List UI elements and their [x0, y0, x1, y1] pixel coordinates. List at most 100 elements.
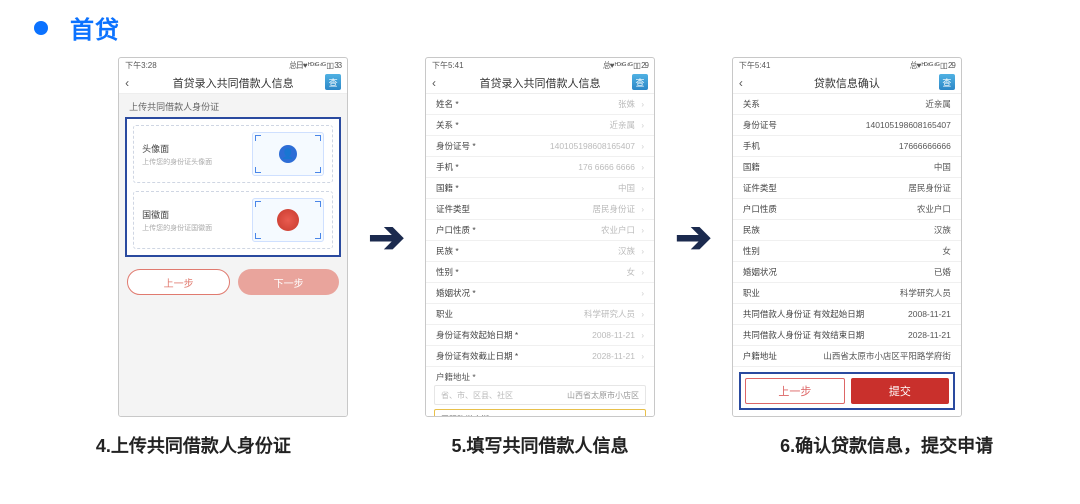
- arrow-icon: ➔: [368, 212, 405, 263]
- form-row[interactable]: 证件类型居民身份证 ›: [426, 199, 654, 220]
- form-row[interactable]: 关系 *近亲属 ›: [426, 115, 654, 136]
- row-value: 2008-11-21 ›: [592, 330, 644, 340]
- titlebar: ‹ 贷款信息确认 查: [733, 72, 961, 94]
- form-row[interactable]: 手机 *176 6666 6666 ›: [426, 157, 654, 178]
- row-value: 2028-11-21: [908, 330, 951, 340]
- row-value: 居民身份证: [908, 182, 951, 194]
- back-icon[interactable]: ‹: [432, 76, 436, 90]
- form-row[interactable]: 身份证有效起始日期 * 2008-11-21 ›: [426, 325, 654, 346]
- idcard-front[interactable]: 头像面 上传您的身份证头像面 👤: [133, 125, 333, 183]
- idcard-front-image: 👤: [252, 132, 324, 176]
- info-row: 婚姻状况已婚: [733, 262, 961, 283]
- page-title: 首贷录入共同借款人信息: [173, 75, 294, 91]
- p2-body: 姓名 *张姝 ›关系 *近亲属 ›身份证号 *14010519860816540…: [426, 94, 654, 416]
- row-label: 身份证有效起始日期 *: [436, 329, 518, 341]
- page-title: 首贷录入共同借款人信息: [480, 75, 601, 91]
- form-row[interactable]: 性别 * 女 ›: [426, 262, 654, 283]
- chevron-right-icon: ›: [641, 142, 644, 151]
- row-value: 2028-11-21 ›: [592, 351, 644, 361]
- info-row: 证件类型居民身份证: [733, 178, 961, 199]
- form-row[interactable]: 身份证有效截止日期 * 2028-11-21 ›: [426, 346, 654, 367]
- next-button[interactable]: 下一步: [238, 269, 339, 295]
- row-value: 汉族: [934, 224, 951, 236]
- chevron-right-icon: ›: [641, 331, 644, 340]
- row-label: 关系: [743, 98, 760, 110]
- row-value: 2008-11-21: [908, 309, 951, 319]
- phones-row: 下午3:28 总日♥ ᴴᴰ⁴ᴳ ⁴ᴳ ▯▯ 33 ‹ 首贷录入共同借款人信息 查…: [0, 57, 1080, 417]
- chevron-right-icon: ›: [641, 247, 644, 256]
- cha-badge[interactable]: 查: [325, 74, 341, 90]
- back-icon[interactable]: ‹: [739, 76, 743, 90]
- status-signal: 总日♥ ᴴᴰ⁴ᴳ ⁴ᴳ ▯▯ 33: [289, 60, 341, 71]
- row-label: 性别 *: [436, 266, 459, 278]
- p3-body: 关系近亲属身份证号140105198608165407手机17666666666…: [733, 94, 961, 416]
- chevron-right-icon: ›: [641, 268, 644, 277]
- row-label: 婚姻状况 *: [436, 287, 476, 299]
- row-value: 科学研究人员 ›: [584, 308, 644, 320]
- row-label: 身份证有效截止日期 *: [436, 350, 518, 362]
- prev-button[interactable]: 上一步: [127, 269, 230, 295]
- idcard-back[interactable]: 国徽面 上传您的身份证国徽面: [133, 191, 333, 249]
- row-label: 身份证号: [743, 119, 777, 131]
- p3-footer-highlight: 上一步 提交: [739, 372, 955, 410]
- bullet-icon: [34, 21, 48, 35]
- titlebar: ‹ 首贷录入共同借款人信息 查: [119, 72, 347, 94]
- row-value: ›: [637, 288, 644, 298]
- row-value: 农业户口 ›: [601, 224, 644, 236]
- address-street-input[interactable]: 平阳路学府街: [434, 409, 646, 416]
- status-signal: 总♥ ᴴᴰ⁴ᴳ ⁴ᴳ ▯▯ 29: [910, 60, 955, 71]
- page-title: 贷款信息确认: [814, 75, 880, 91]
- status-time: 下午3:28: [125, 60, 157, 71]
- row-label: 国籍: [743, 161, 760, 173]
- status-bar: 下午3:28 总日♥ ᴴᴰ⁴ᴳ ⁴ᴳ ▯▯ 33: [119, 58, 347, 72]
- chevron-right-icon: ›: [641, 163, 644, 172]
- chevron-right-icon: ›: [641, 310, 644, 319]
- captions-row: 4.上传共同借款人身份证 5.填写共同借款人信息 6.确认贷款信息，提交申请: [0, 435, 1080, 458]
- phone-step5: 下午5:41 总♥ ᴴᴰ⁴ᴳ ⁴ᴳ ▯▯ 29 ‹ 首贷录入共同借款人信息 查 …: [425, 57, 655, 417]
- row-label: 国籍 *: [436, 182, 459, 194]
- status-time: 下午5:41: [739, 60, 771, 71]
- chevron-right-icon: ›: [641, 289, 644, 298]
- row-label: 职业: [436, 308, 453, 320]
- status-bar: 下午5:41 总♥ ᴴᴰ⁴ᴳ ⁴ᴳ ▯▯ 29: [426, 58, 654, 72]
- info-row: 手机17666666666: [733, 136, 961, 157]
- row-value: 农业户口: [917, 203, 951, 215]
- idcard-back-text: 国徽面 上传您的身份证国徽面: [142, 208, 212, 233]
- row-label: 关系 *: [436, 119, 459, 131]
- row-value: 中国 ›: [618, 182, 644, 194]
- row-label: 性别: [743, 245, 760, 257]
- row-value: 山西省太原市小店区平阳路学府街: [823, 350, 951, 362]
- row-label: 手机: [743, 140, 760, 152]
- status-bar: 下午5:41 总♥ ᴴᴰ⁴ᴳ ⁴ᴳ ▯▯ 29: [733, 58, 961, 72]
- address-region-input[interactable]: 省、市、区县、社区山西省太原市小店区: [434, 385, 646, 405]
- info-row: 户口性质 农业户口: [733, 199, 961, 220]
- form-row[interactable]: 身份证号 *140105198608165407 ›: [426, 136, 654, 157]
- idcard-back-image: [252, 198, 324, 242]
- info-row: 共同借款人身份证 有效结束日期2028-11-21: [733, 325, 961, 346]
- row-label: 婚姻状况: [743, 266, 777, 278]
- row-value: 女: [942, 245, 951, 257]
- row-value: 176 6666 6666 ›: [578, 162, 644, 172]
- chevron-right-icon: ›: [641, 121, 644, 130]
- row-label: 证件类型: [436, 203, 470, 215]
- back-icon[interactable]: ‹: [125, 76, 129, 90]
- caption-6: 6.确认贷款信息，提交申请: [747, 435, 1027, 458]
- row-label: 户口性质: [743, 203, 777, 215]
- cha-badge[interactable]: 查: [939, 74, 955, 90]
- form-row[interactable]: 职业 科学研究人员 ›: [426, 304, 654, 325]
- row-value: 女 ›: [626, 266, 644, 278]
- info-row: 性别 女: [733, 241, 961, 262]
- slide-title: 首贷: [70, 10, 120, 45]
- cha-badge[interactable]: 查: [632, 74, 648, 90]
- caption-5: 5.填写共同借款人信息: [400, 435, 680, 458]
- form-row[interactable]: 户口性质 *农业户口 ›: [426, 220, 654, 241]
- form-row[interactable]: 婚姻状况 * ›: [426, 283, 654, 304]
- form-row[interactable]: 国籍 * 中国 ›: [426, 178, 654, 199]
- form-row[interactable]: 姓名 *张姝 ›: [426, 94, 654, 115]
- phone-step6: 下午5:41 总♥ ᴴᴰ⁴ᴳ ⁴ᴳ ▯▯ 29 ‹ 贷款信息确认 查 关系近亲属…: [732, 57, 962, 417]
- form-row[interactable]: 民族 *汉族 ›: [426, 241, 654, 262]
- prev-button[interactable]: 上一步: [745, 378, 845, 404]
- row-value: 中国: [934, 161, 951, 173]
- submit-button[interactable]: 提交: [851, 378, 949, 404]
- chevron-right-icon: ›: [641, 184, 644, 193]
